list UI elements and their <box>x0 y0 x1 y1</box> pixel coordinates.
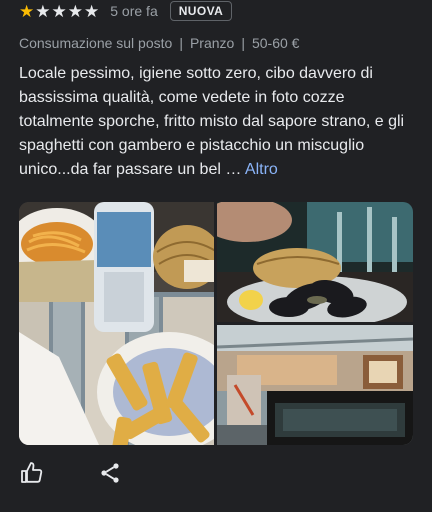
share-icon <box>101 463 119 483</box>
new-badge: NUOVA <box>169 1 233 21</box>
review-body: Locale pessimo, igiene sotto zero, cibo … <box>19 65 405 178</box>
thumb-up-icon <box>21 462 43 483</box>
review-header: ★ ★ ★ ★ ★ 5 ore fa NUOVA <box>19 0 233 22</box>
meta-separator: | <box>179 35 183 51</box>
meta-separator: | <box>241 35 245 51</box>
photo-fries-image <box>19 202 214 445</box>
review-photo-interior[interactable] <box>217 325 413 445</box>
star-icon: ★ <box>51 1 67 21</box>
review-photo-fries[interactable] <box>19 202 214 445</box>
price-range: 50-60 € <box>251 35 300 51</box>
review-text: Locale pessimo, igiene sotto zero, cibo … <box>19 62 419 182</box>
photo-mussels-image <box>217 202 413 322</box>
photo-interior-image <box>217 325 413 445</box>
star-icon: ★ <box>35 1 51 21</box>
like-button[interactable] <box>19 460 45 486</box>
photo-grid <box>19 202 413 445</box>
star-icon: ★ <box>84 1 100 21</box>
share-button[interactable] <box>97 460 123 486</box>
star-icon-filled: ★ <box>19 1 35 21</box>
star-icon: ★ <box>67 1 83 21</box>
meal-type: Pranzo <box>189 35 235 51</box>
more-link[interactable]: Altro <box>245 161 278 178</box>
star-rating: ★ ★ ★ ★ ★ <box>19 3 99 20</box>
review-photo-mussels[interactable] <box>217 202 413 322</box>
service-type: Consumazione sul posto <box>19 35 173 51</box>
review-actions <box>19 460 123 486</box>
review-meta: Consumazione sul posto | Pranzo | 50-60 € <box>19 35 299 51</box>
review-time: 5 ore fa <box>110 3 158 19</box>
